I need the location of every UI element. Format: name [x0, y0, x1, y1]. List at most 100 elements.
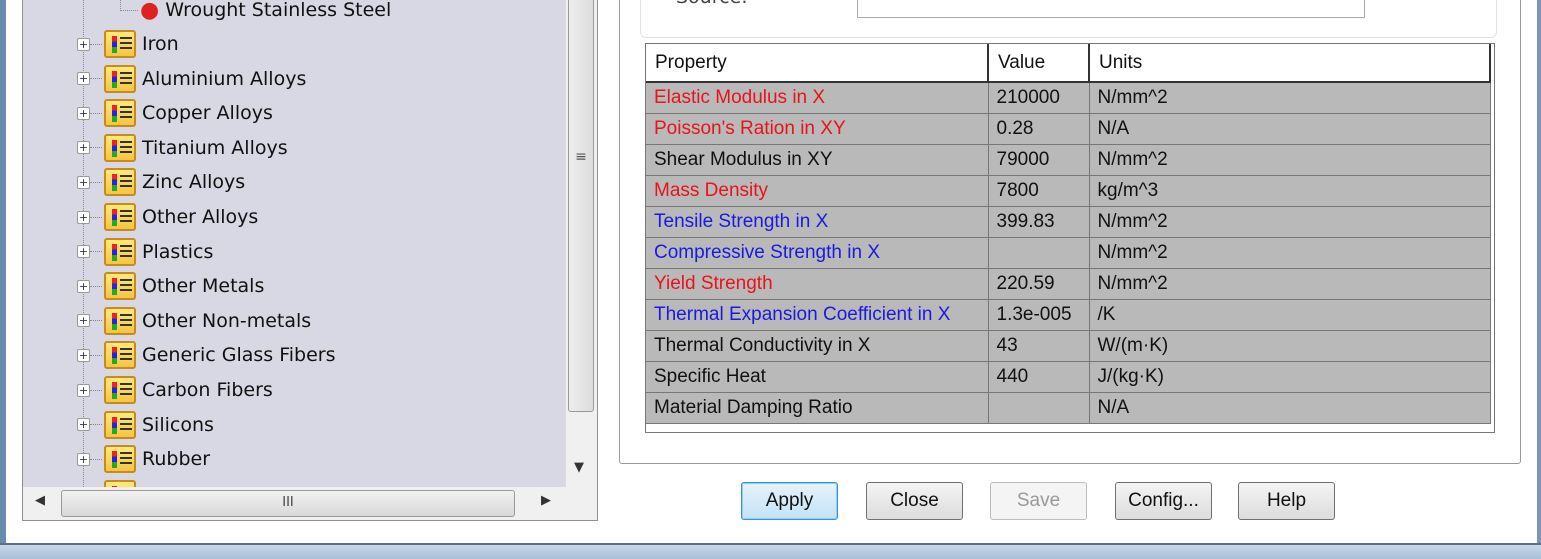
- units-cell[interactable]: N/mm^2: [1089, 268, 1491, 300]
- value-cell[interactable]: 220.59: [988, 268, 1090, 300]
- property-cell[interactable]: Specific Heat: [646, 361, 989, 393]
- property-cell[interactable]: Tensile Strength in X: [646, 206, 989, 238]
- value-cell[interactable]: 399.83: [988, 206, 1090, 238]
- value-cell[interactable]: [988, 392, 1090, 424]
- scroll-thumb[interactable]: ≡: [568, 0, 594, 412]
- scroll-right-arrow-icon[interactable]: ▶: [541, 493, 551, 508]
- value-cell[interactable]: [988, 237, 1090, 269]
- units-cell[interactable]: N/mm^2: [1089, 82, 1491, 114]
- value-cell[interactable]: 7800: [988, 175, 1090, 207]
- units-cell[interactable]: J/(kg·K): [1089, 361, 1491, 393]
- tree-item[interactable]: + Other Metals: [77, 269, 264, 303]
- tree-item[interactable]: + Carbon Fibers: [77, 373, 273, 407]
- tree-connector: [90, 285, 102, 287]
- tree-connector: [90, 251, 102, 253]
- tree-connector: [90, 389, 102, 391]
- value-cell[interactable]: 210000: [988, 82, 1090, 114]
- units-cell[interactable]: N/A: [1089, 392, 1491, 424]
- expand-icon[interactable]: +: [77, 314, 90, 328]
- expand-icon[interactable]: +: [77, 279, 90, 293]
- tree-item[interactable]: + Aluminium Alloys: [77, 62, 306, 96]
- expand-icon[interactable]: +: [77, 175, 90, 189]
- tree-item-label: Generic Glass Fibers: [142, 344, 336, 367]
- expand-icon[interactable]: +: [77, 452, 90, 466]
- tree-item[interactable]: + Silicons: [77, 408, 214, 442]
- property-cell[interactable]: Thermal Conductivity in X: [646, 330, 989, 362]
- expand-icon[interactable]: +: [77, 210, 90, 224]
- value-cell[interactable]: 440: [988, 361, 1090, 393]
- table-row[interactable]: Mass Density 7800 kg/m^3: [646, 175, 1491, 207]
- column-header-value[interactable]: Value: [988, 44, 1090, 83]
- units-cell[interactable]: W/(m·K): [1089, 330, 1491, 362]
- close-button[interactable]: Close: [866, 482, 963, 520]
- scroll-down-arrow-icon[interactable]: ▼: [574, 460, 584, 475]
- table-row[interactable]: Tensile Strength in X 399.83 N/mm^2: [646, 206, 1491, 238]
- tree-item-label: Iron: [142, 33, 179, 55]
- tree-vertical-scrollbar[interactable]: ≡ ▼: [565, 0, 597, 487]
- expand-icon[interactable]: +: [77, 37, 90, 51]
- table-row[interactable]: Specific Heat 440 J/(kg·K): [646, 361, 1491, 393]
- taskbar: [0, 543, 1541, 559]
- units-cell[interactable]: N/mm^2: [1089, 206, 1491, 238]
- column-header-units[interactable]: Units: [1089, 44, 1491, 83]
- units-cell[interactable]: N/A: [1089, 113, 1491, 145]
- save-button[interactable]: Save: [990, 482, 1087, 520]
- expand-icon[interactable]: +: [77, 383, 90, 397]
- material-folder-icon: [104, 203, 136, 231]
- tree-item[interactable]: + Titanium Alloys: [77, 131, 288, 165]
- table-row[interactable]: Thermal Conductivity in X 43 W/(m·K): [646, 330, 1491, 362]
- property-cell[interactable]: Compressive Strength in X: [646, 237, 989, 269]
- source-input[interactable]: [857, 0, 1365, 18]
- units-cell[interactable]: kg/m^3: [1089, 175, 1491, 207]
- value-cell[interactable]: 1.3e-005: [988, 299, 1090, 331]
- config-button[interactable]: Config...: [1115, 482, 1212, 520]
- tree-item[interactable]: + Generic Glass Fibers: [77, 338, 336, 372]
- table-row[interactable]: Poisson's Ration in XY 0.28 N/A: [646, 113, 1491, 145]
- expand-icon[interactable]: +: [77, 418, 90, 432]
- tree-horizontal-scrollbar[interactable]: ◀ III ▶: [22, 487, 598, 521]
- table-row[interactable]: Material Damping Ratio N/A: [646, 392, 1491, 424]
- expand-icon[interactable]: +: [77, 348, 90, 362]
- tree-item[interactable]: + Other Alloys: [77, 200, 258, 234]
- value-cell[interactable]: 43: [988, 330, 1090, 362]
- help-button[interactable]: Help: [1238, 482, 1335, 520]
- scroll-thumb[interactable]: III: [61, 490, 515, 517]
- scroll-left-arrow-icon[interactable]: ◀: [35, 493, 45, 508]
- tree-item[interactable]: + Zinc Alloys: [77, 165, 245, 199]
- apply-button[interactable]: Apply: [741, 482, 838, 520]
- units-cell[interactable]: N/mm^2: [1089, 144, 1491, 176]
- tree-item-wrought-stainless-steel[interactable]: ● Wrought Stainless Steel: [120, 0, 391, 27]
- expand-icon[interactable]: +: [77, 245, 90, 259]
- property-cell[interactable]: Yield Strength: [646, 268, 989, 300]
- property-cell[interactable]: Mass Density: [646, 175, 989, 207]
- material-folder-icon: [104, 30, 136, 58]
- table-row[interactable]: Shear Modulus in XY 79000 N/mm^2: [646, 144, 1491, 176]
- value-cell[interactable]: 79000: [988, 144, 1090, 176]
- tree-item-label: Rubber: [142, 448, 211, 471]
- tree-connector: [90, 43, 102, 45]
- table-row[interactable]: Yield Strength 220.59 N/mm^2: [646, 268, 1491, 300]
- expand-icon[interactable]: +: [77, 72, 90, 86]
- tree-item[interactable]: + Iron: [77, 27, 179, 61]
- tree-item[interactable]: + Other Non-metals: [77, 304, 311, 338]
- tree-item[interactable]: + Copper Alloys: [77, 96, 273, 130]
- property-cell[interactable]: Shear Modulus in XY: [646, 144, 989, 176]
- tree-item[interactable]: + Rubber: [77, 442, 210, 476]
- table-row[interactable]: Elastic Modulus in X 210000 N/mm^2: [646, 82, 1491, 114]
- tree-item[interactable]: + Plastics: [77, 235, 213, 269]
- value-cell[interactable]: 0.28: [988, 113, 1090, 145]
- property-cell[interactable]: Material Damping Ratio: [646, 392, 989, 424]
- column-header-property[interactable]: Property: [646, 44, 989, 83]
- table-row[interactable]: Compressive Strength in X N/mm^2: [646, 237, 1491, 269]
- material-tree[interactable]: ● Wrought Stainless Steel + Iron + Aluminiu…: [22, 0, 598, 521]
- property-cell[interactable]: Thermal Expansion Coefficient in X: [646, 299, 989, 331]
- expand-icon[interactable]: +: [77, 141, 90, 155]
- tree-item-label: Titanium Alloys: [142, 136, 288, 159]
- table-row[interactable]: Thermal Expansion Coefficient in X 1.3e-0…: [646, 299, 1491, 331]
- units-cell[interactable]: /K: [1089, 299, 1491, 331]
- property-cell[interactable]: Poisson's Ration in XY: [646, 113, 989, 145]
- units-cell[interactable]: N/mm^2: [1089, 237, 1491, 269]
- tree-item-label: Silicons: [142, 413, 214, 436]
- property-cell[interactable]: Elastic Modulus in X: [646, 82, 989, 114]
- expand-icon[interactable]: +: [77, 106, 90, 120]
